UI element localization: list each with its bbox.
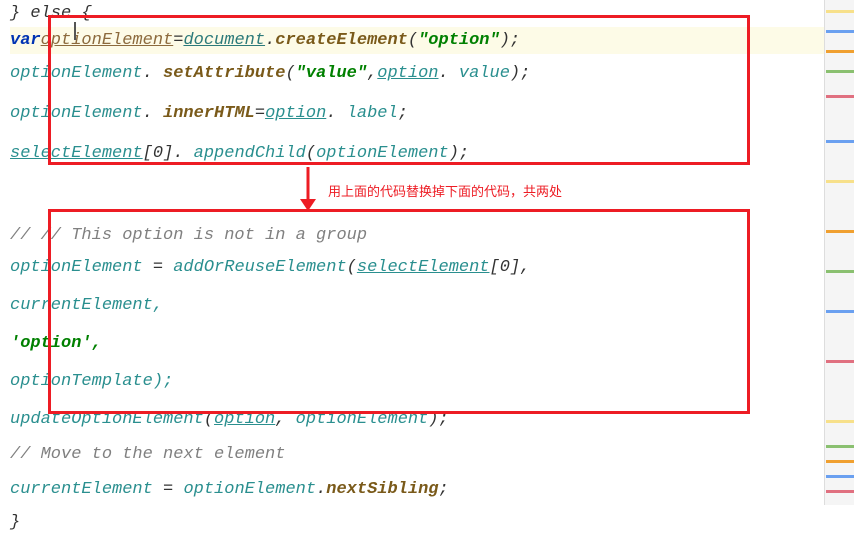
code-line-comment: // // This option is not in a group — [10, 222, 854, 249]
tok-setAttribute: setAttribute — [163, 60, 285, 87]
line0-text: } else { — [10, 0, 92, 27]
code-line-highlighted: var optionElement=document.createElement… — [10, 27, 854, 54]
code-line: optionElement. innerHTML=option. label; — [10, 94, 854, 134]
code-line: updateOptionElement(option, optionElemen… — [10, 401, 854, 439]
code-editor[interactable]: } else { var optionElement=document.crea… — [0, 0, 854, 536]
tok-var: var — [10, 27, 41, 54]
code-line: } else { — [10, 0, 854, 27]
code-line: currentElement = optionElement.nextSibli… — [10, 471, 854, 509]
tok-createElement: createElement — [275, 27, 408, 54]
code-line: optionElement = addOrReuseElement(select… — [10, 249, 854, 287]
code-line: currentElement, — [10, 287, 854, 325]
tok-updateOptionElement: updateOptionElement — [10, 406, 204, 433]
tok-appendChild: appendChild — [194, 140, 306, 167]
annotation-text: 用上面的代码替换掉下面的代码，共两处 — [328, 181, 562, 200]
tok-addOrReuseElement: addOrReuseElement — [173, 254, 346, 281]
code-line: optionElement. setAttribute("value",opti… — [10, 54, 854, 94]
tok-currentElement: currentElement — [10, 476, 153, 503]
tok-nextSibling: nextSibling — [326, 476, 438, 503]
code-line-comment: // Move to the next element — [10, 439, 854, 471]
code-line: 'option', — [10, 325, 854, 363]
tok-string-option: "option" — [418, 27, 500, 54]
comment-text: // // This option is not in a group — [10, 222, 367, 249]
tok-document: document — [183, 27, 265, 54]
tok-optionElement: optionElement — [41, 27, 174, 54]
tok-string-value: "value" — [296, 60, 367, 87]
tok-option: option — [377, 60, 438, 87]
comment-text: // Move to the next element — [10, 441, 285, 468]
code-line: } — [10, 509, 854, 536]
cursor-icon — [74, 22, 76, 40]
code-line: selectElement[0]. appendChild(optionElem… — [10, 134, 854, 174]
minimap[interactable] — [824, 0, 854, 505]
tok-selectElement: selectElement — [10, 140, 143, 167]
code-line: optionTemplate); — [10, 363, 854, 401]
tok-innerHTML: innerHTML — [163, 100, 255, 127]
arrow-down-icon — [296, 167, 320, 211]
